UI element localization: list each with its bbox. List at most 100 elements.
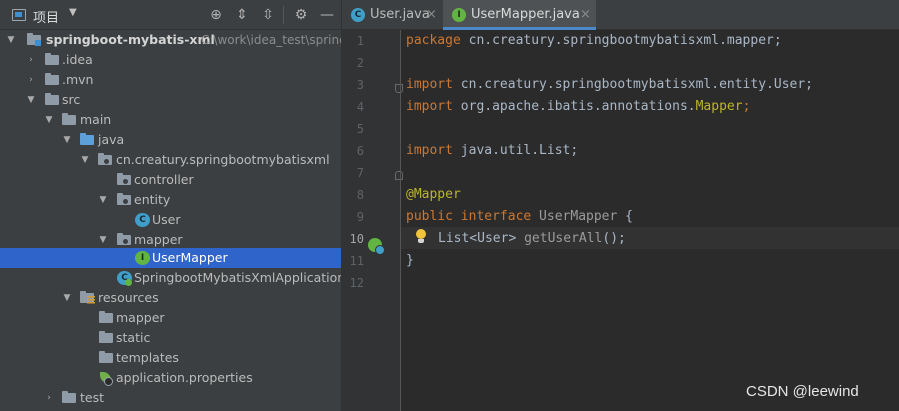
folder-icon — [62, 113, 77, 127]
code-line-11: } — [406, 250, 414, 272]
tree-row-mvn[interactable]: › .mvn — [0, 70, 341, 90]
tab-usermapper-java[interactable]: I UserMapper.java × — [443, 0, 596, 30]
line-number: 2 — [356, 56, 364, 70]
tree-row-application-properties[interactable]: application.properties — [0, 368, 341, 388]
source-folder-icon — [80, 133, 95, 147]
code-text: } — [406, 253, 414, 268]
minimize-icon[interactable]: — — [318, 6, 336, 24]
tree-item-label: .mvn — [62, 72, 94, 87]
tree-item-label: application.properties — [116, 370, 253, 385]
annotation-ref: Mapper — [695, 99, 743, 114]
module-folder-icon — [27, 33, 42, 47]
tree-item-label: entity — [134, 192, 171, 207]
code-text: org.apache.ibatis.annotations. — [452, 99, 696, 114]
tree-row-mapper-package[interactable]: ▼ mapper — [0, 230, 341, 250]
fold-marker-icon[interactable] — [395, 84, 403, 93]
implemented-gutter-icon[interactable] — [368, 238, 385, 255]
chevron-right-icon[interactable]: › — [26, 50, 36, 70]
tree-item-label: main — [80, 112, 112, 127]
line-number: 8 — [356, 188, 364, 202]
close-icon[interactable]: × — [426, 7, 437, 22]
collapse-all-icon[interactable]: ⇳ — [259, 6, 277, 24]
tree-row-java[interactable]: ▼ java — [0, 130, 341, 150]
close-icon[interactable]: × — [580, 7, 591, 22]
chevron-down-icon[interactable]: ▼ — [44, 110, 54, 130]
tab-user-java[interactable]: C User.java × — [342, 0, 442, 30]
expand-all-icon[interactable]: ⇕ — [233, 6, 251, 24]
folder-icon — [45, 73, 60, 87]
code-line-4: import org.apache.ibatis.annotations.Map… — [406, 96, 750, 118]
tree-row-springboot-mybatis-xml[interactable]: ▼ springboot-mybatis-xml C:\work\idea_te… — [0, 30, 341, 50]
code-line-8: @Mapper — [406, 184, 461, 206]
tree-row-test[interactable]: › test — [0, 388, 341, 408]
tree-item-label: templates — [116, 350, 179, 365]
tree-item-label: resources — [98, 290, 159, 305]
interface-icon: I — [135, 251, 150, 265]
tree-row-usermapper[interactable]: I UserMapper — [0, 248, 341, 268]
code-line-10: List<User> getUserAll(); — [438, 228, 626, 250]
chevron-down-icon[interactable]: ▼ — [98, 190, 108, 210]
code-line-1: package cn.creatury.springbootmybatisxml… — [406, 30, 782, 52]
resources-folder-icon — [80, 291, 95, 305]
code-editor: C User.java × I UserMapper.java × 1 2 3 … — [342, 0, 899, 411]
gear-icon[interactable]: ⚙ — [292, 6, 310, 24]
package-icon — [117, 233, 132, 247]
chevron-down-icon[interactable]: ▼ — [98, 230, 108, 250]
project-panel-title[interactable]: 项目 — [33, 7, 59, 26]
tree-row-application-class[interactable]: C SpringbootMybatisXmlApplication — [0, 268, 341, 288]
tree-row-resources[interactable]: ▼ resources — [0, 288, 341, 308]
tree-row-resources-mapper[interactable]: mapper — [0, 308, 341, 328]
code-text: java.util.List; — [452, 143, 579, 158]
spring-app-class-icon: C — [117, 271, 132, 286]
package-icon — [117, 193, 132, 207]
chevron-down-icon[interactable]: ▼ — [26, 90, 36, 110]
interface-icon: I — [452, 8, 466, 22]
line-number: 11 — [349, 254, 364, 268]
chevron-right-icon[interactable]: › — [26, 70, 36, 90]
lightbulb-icon[interactable] — [415, 229, 427, 245]
code-text: ; — [742, 99, 751, 114]
keyword: import — [406, 143, 453, 158]
code-text: (); — [602, 231, 626, 246]
tree-row-entity[interactable]: ▼ entity — [0, 190, 341, 210]
tree-item-label: mapper — [134, 232, 183, 247]
project-path: C:\work\idea_test\spring — [201, 33, 341, 47]
chevron-down-icon[interactable]: ▼ — [6, 30, 16, 50]
locate-file-icon[interactable]: ⊕ — [207, 6, 225, 24]
tree-row-templates[interactable]: templates — [0, 348, 341, 368]
tree-item-label: mapper — [116, 310, 165, 325]
folder-icon — [99, 351, 114, 365]
chevron-right-icon[interactable]: › — [44, 388, 54, 408]
keyword: import — [406, 99, 453, 114]
line-number: 6 — [356, 144, 364, 158]
fold-marker-icon[interactable] — [395, 171, 403, 180]
tree-item-label: java — [98, 132, 125, 147]
line-number: 1 — [356, 34, 364, 48]
tree-row-idea[interactable]: › .idea — [0, 50, 341, 70]
keyword: public interface — [406, 209, 532, 224]
tree-item-label: controller — [134, 172, 194, 187]
tree-row-package-root[interactable]: ▼ cn.creatury.springbootmybatisxml — [0, 150, 341, 170]
editor-tabs: C User.java × I UserMapper.java × — [342, 0, 899, 30]
chevron-down-icon[interactable]: ▼ — [80, 150, 90, 170]
watermark: CSDN @leewind — [746, 383, 859, 400]
chevron-down-icon[interactable]: ▼ — [62, 130, 72, 150]
line-number: 3 — [356, 78, 364, 92]
tab-label: UserMapper.java — [471, 7, 580, 22]
chevron-down-icon[interactable]: ▼ — [69, 7, 77, 18]
code-line-9: public interface UserMapper { — [406, 206, 633, 228]
tree-row-user[interactable]: C User — [0, 210, 341, 230]
class-icon: C — [135, 213, 150, 227]
tree-item-label: .idea — [62, 52, 93, 67]
line-number: 4 — [356, 100, 364, 114]
annotation: @Mapper — [406, 187, 461, 202]
method-name: getUserAll — [516, 231, 603, 246]
tree-row-main[interactable]: ▼ main — [0, 110, 341, 130]
tree-row-src[interactable]: ▼ src — [0, 90, 341, 110]
tree-item-label: cn.creatury.springbootmybatisxml — [116, 152, 330, 167]
gutter-divider — [400, 30, 401, 411]
chevron-down-icon[interactable]: ▼ — [62, 288, 72, 308]
tree-row-controller[interactable]: controller — [0, 170, 341, 190]
tree-row-static[interactable]: static — [0, 328, 341, 348]
tree-item-label: static — [116, 330, 151, 345]
